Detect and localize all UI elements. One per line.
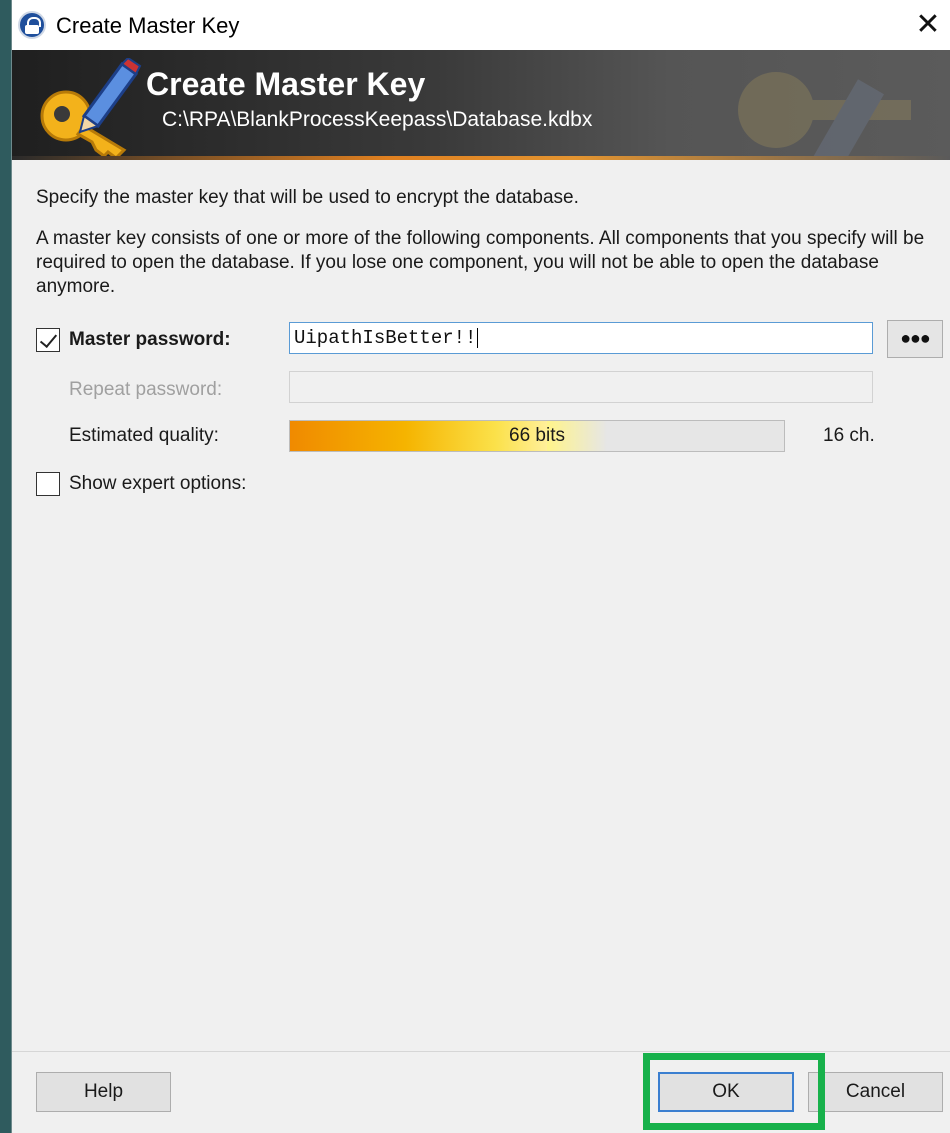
help-button[interactable]: Help: [36, 1072, 171, 1112]
show-expert-options-checkbox[interactable]: [36, 472, 60, 496]
footer-divider: [12, 1051, 950, 1052]
master-password-input[interactable]: UipathIsBetter!!: [289, 322, 873, 354]
header-banner: Create Master Key C:\RPA\BlankProcessKee…: [12, 50, 950, 160]
key-pencil-icon: [40, 58, 142, 158]
estimated-quality-label: Estimated quality:: [69, 425, 219, 446]
ok-button[interactable]: OK: [658, 1072, 794, 1112]
banner-title: Create Master Key: [146, 66, 426, 102]
title-bar: Create Master Key ✕: [12, 0, 950, 50]
repeat-password-input[interactable]: [289, 371, 873, 403]
quality-progress-bar: 66 bits: [289, 420, 785, 452]
show-expert-options-label: Show expert options:: [69, 473, 247, 494]
master-password-checkbox[interactable]: [36, 328, 60, 352]
components-description: A master key consists of one or more of …: [36, 228, 925, 297]
intro-text: Specify the master key that will be used…: [36, 187, 579, 208]
master-password-value: UipathIsBetter!!: [294, 327, 477, 349]
show-hide-password-button[interactable]: ●●●: [887, 320, 943, 358]
cancel-button[interactable]: Cancel: [808, 1072, 943, 1112]
master-password-label: Master password:: [69, 329, 231, 350]
create-master-key-dialog: Create Master Key ✕ Create Master Key C:…: [11, 0, 950, 1133]
repeat-password-label: Repeat password:: [69, 379, 223, 400]
text-caret: [477, 327, 479, 348]
window-title: Create Master Key: [56, 13, 240, 38]
banner-watermark-key-icon: [738, 72, 911, 160]
keepass-lock-icon: [18, 11, 46, 39]
database-path: C:\RPA\BlankProcessKeepass\Database.kdbx: [162, 108, 593, 131]
quality-bits-text: 66 bits: [509, 425, 565, 446]
character-count: 16 ch.: [823, 425, 875, 446]
close-button[interactable]: ✕: [905, 0, 950, 50]
